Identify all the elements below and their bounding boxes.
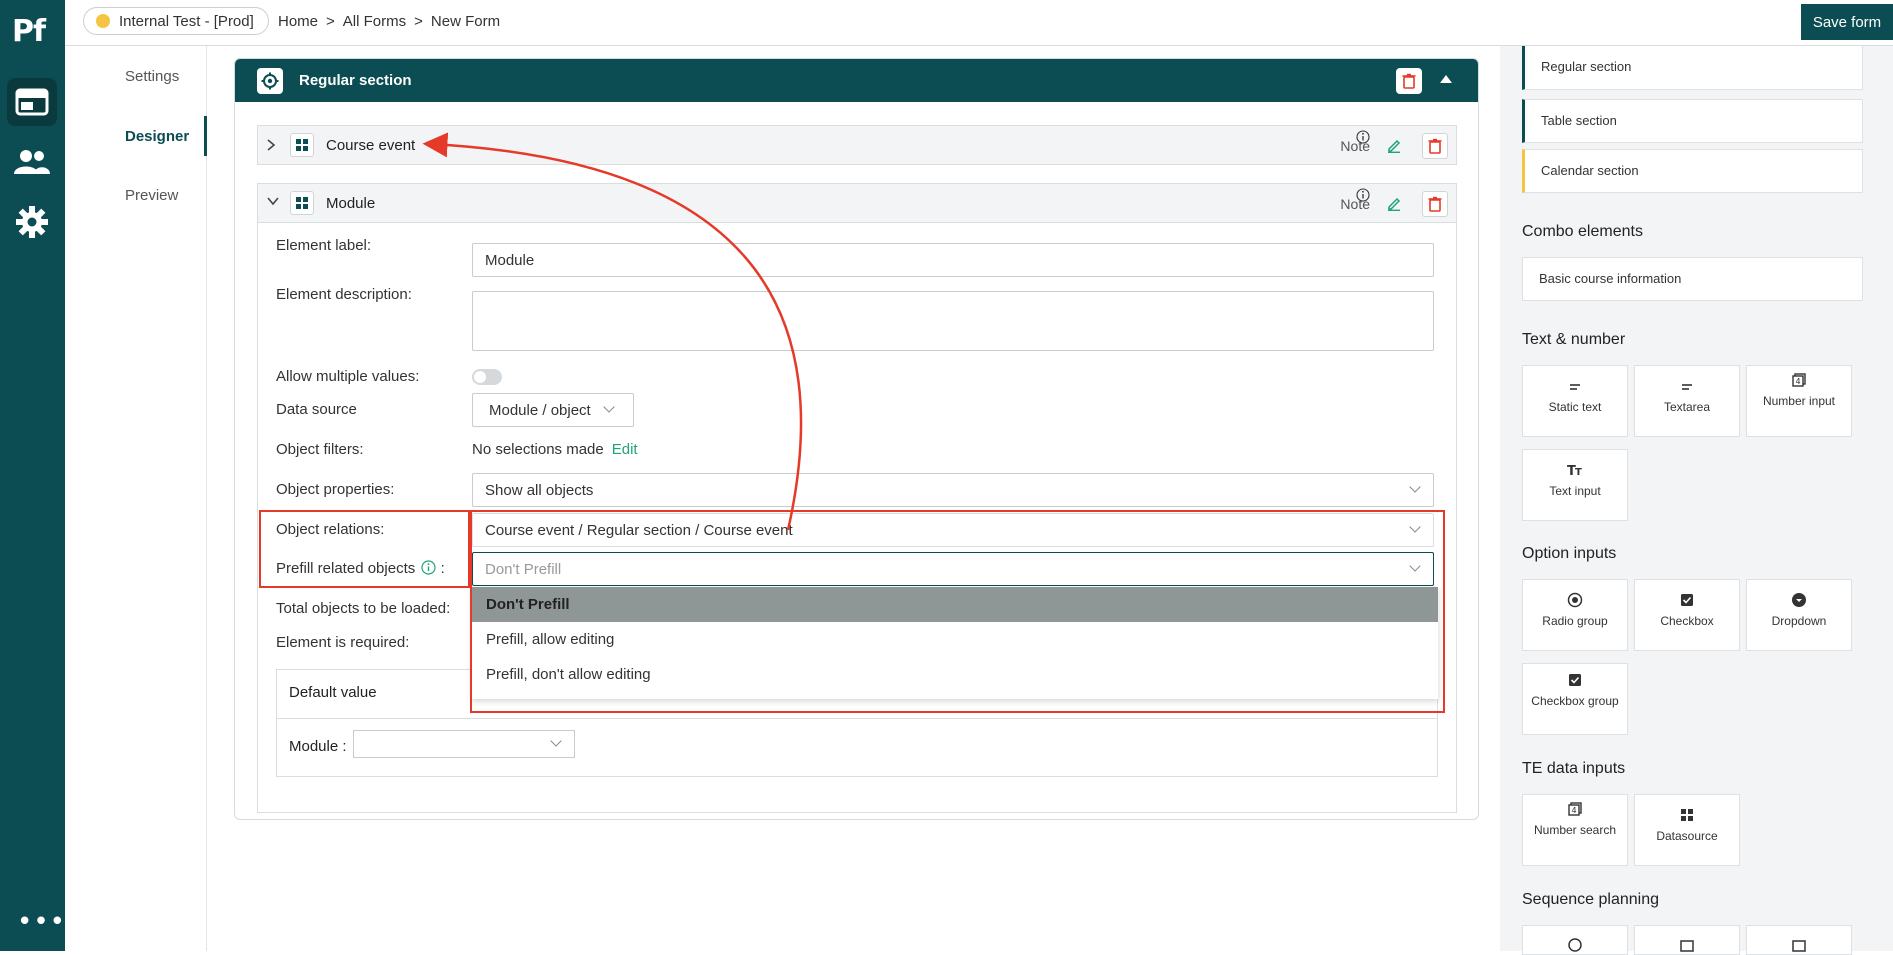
allow-multiple-label: Allow multiple values: xyxy=(276,368,420,385)
users-nav-icon[interactable] xyxy=(7,138,57,186)
data-source-value: Module / object xyxy=(489,402,591,419)
palette-heading-text: Text & number xyxy=(1522,331,1626,348)
palette-heading-te: TE data inputs xyxy=(1522,760,1626,777)
palette-heading-combo: Combo elements xyxy=(1522,223,1643,240)
static-text-icon xyxy=(1570,384,1580,390)
forms-nav-icon[interactable] xyxy=(7,78,57,126)
data-source-label: Data source xyxy=(276,401,357,418)
palette-checkbox-group[interactable]: Checkbox group xyxy=(1522,663,1628,735)
element-palette: Regular section Table section Calendar s… xyxy=(1500,46,1893,955)
total-objects-label: Total objects to be loaded: xyxy=(276,600,451,617)
object-filters-status: No selections made xyxy=(472,441,604,458)
palette-heading-sequence: Sequence planning xyxy=(1522,891,1660,908)
palette-text-input[interactable]: TT Text input xyxy=(1522,449,1628,521)
svg-text:T: T xyxy=(1575,467,1582,478)
palette-number-input[interactable]: 4 Number input xyxy=(1746,365,1852,437)
object-properties-dropdown[interactable]: Show all objects xyxy=(472,473,1434,507)
annotation-box-fields xyxy=(470,510,1445,713)
palette-textarea[interactable]: Textarea xyxy=(1634,365,1740,437)
settings-nav-icon[interactable] xyxy=(7,198,57,246)
divider xyxy=(277,718,1437,719)
palette-dropdown[interactable]: Dropdown xyxy=(1746,579,1852,651)
palette-calendar-section[interactable]: Calendar section xyxy=(1522,149,1863,193)
active-tab-indicator xyxy=(204,116,207,156)
chevron-down-icon xyxy=(603,401,615,413)
object-filters-value: No selections made Edit xyxy=(472,441,638,458)
info-icon xyxy=(1356,188,1370,202)
section-settings-icon[interactable] xyxy=(257,68,283,94)
annotation-box-labels xyxy=(259,510,470,588)
element-label: Course event xyxy=(326,137,416,154)
info-icon xyxy=(1356,130,1370,144)
palette-basic-course-info[interactable]: Basic course information xyxy=(1522,257,1863,301)
breadcrumb-new-form: New Form xyxy=(430,13,501,30)
object-properties-value: Show all objects xyxy=(485,482,594,499)
textarea-icon xyxy=(1682,384,1692,390)
top-bar: Internal Test - [Prod] Home > All Forms … xyxy=(65,0,1893,46)
dropdown-icon xyxy=(1792,593,1806,607)
checkbox-group-icon xyxy=(1569,674,1581,686)
more-icon[interactable]: ••• xyxy=(17,907,66,937)
palette-checkbox[interactable]: Checkbox xyxy=(1634,579,1740,651)
module-settings-panel: Element label: Module Element descriptio… xyxy=(257,201,1457,813)
calendar-icon xyxy=(1792,940,1806,952)
breadcrumb-home[interactable]: Home xyxy=(278,13,318,30)
default-module-label: Module : xyxy=(289,738,347,755)
default-module-dropdown[interactable] xyxy=(353,730,575,758)
default-value-title: Default value xyxy=(289,684,377,701)
delete-icon[interactable] xyxy=(1422,133,1448,159)
clock-icon xyxy=(1568,938,1582,952)
chevron-down-icon xyxy=(550,735,562,747)
number-input-icon: 4 xyxy=(1792,373,1806,387)
number-search-icon: 4 xyxy=(1568,802,1582,816)
form-subnav: Settings Designer Preview xyxy=(65,46,207,951)
palette-radio-group[interactable]: Radio group xyxy=(1522,579,1628,651)
save-form-button[interactable]: Save form xyxy=(1801,4,1893,40)
breadcrumb-separator: > xyxy=(414,13,423,30)
app-rail: Pf ••• xyxy=(0,0,65,951)
allow-multiple-toggle[interactable] xyxy=(472,369,502,385)
chevron-right-icon[interactable] xyxy=(266,138,276,152)
environment-selector[interactable]: Internal Test - [Prod] xyxy=(83,7,269,35)
palette-heading-option: Option inputs xyxy=(1522,545,1617,562)
element-required-label: Element is required: xyxy=(276,634,410,651)
app-logo: Pf xyxy=(12,14,46,49)
palette-regular-section[interactable]: Regular section xyxy=(1522,46,1863,90)
palette-number-search[interactable]: 4 Number search xyxy=(1522,794,1628,866)
element-description-label: Element description: xyxy=(276,286,412,303)
text-input-icon: TT xyxy=(1567,464,1582,478)
palette-table-section[interactable]: Table section xyxy=(1522,99,1863,143)
data-source-dropdown[interactable]: Module / object xyxy=(472,393,634,427)
element-label-input[interactable]: Module xyxy=(472,243,1434,277)
svg-text:4: 4 xyxy=(1795,377,1800,386)
environment-label: Internal Test - [Prod] xyxy=(119,12,254,30)
element-description-textarea[interactable] xyxy=(472,291,1434,351)
edit-icon[interactable] xyxy=(1386,137,1402,153)
environment-status-dot xyxy=(96,14,110,28)
palette-static-text[interactable]: Static text xyxy=(1522,365,1628,437)
radio-icon xyxy=(1567,592,1583,608)
breadcrumb-all-forms[interactable]: All Forms xyxy=(343,13,406,30)
tab-preview[interactable]: Preview xyxy=(125,187,178,204)
object-properties-label: Object properties: xyxy=(276,481,395,498)
breadcrumb: Home > All Forms > New Form xyxy=(278,13,500,30)
breadcrumb-separator: > xyxy=(326,13,335,30)
palette-datasource[interactable]: Datasource xyxy=(1634,794,1740,866)
section-title: Regular section xyxy=(299,72,412,89)
checkbox-icon xyxy=(1681,594,1693,606)
svg-text:4: 4 xyxy=(1571,806,1576,815)
tab-designer[interactable]: Designer xyxy=(125,128,189,145)
object-filters-label: Object filters: xyxy=(276,441,364,458)
element-label-label: Element label: xyxy=(276,237,372,254)
calendar-icon xyxy=(1680,940,1694,952)
datasource-icon xyxy=(1681,809,1693,821)
section-header: Regular section xyxy=(235,59,1478,102)
section-delete-icon[interactable] xyxy=(1396,68,1422,94)
chevron-down-icon xyxy=(1409,481,1421,493)
element-row-course-event[interactable]: Course event Note xyxy=(257,125,1457,165)
datasource-icon xyxy=(290,133,314,157)
section-collapse-icon[interactable] xyxy=(1440,75,1452,83)
object-filters-edit-link[interactable]: Edit xyxy=(612,441,638,458)
tab-settings[interactable]: Settings xyxy=(125,68,179,85)
